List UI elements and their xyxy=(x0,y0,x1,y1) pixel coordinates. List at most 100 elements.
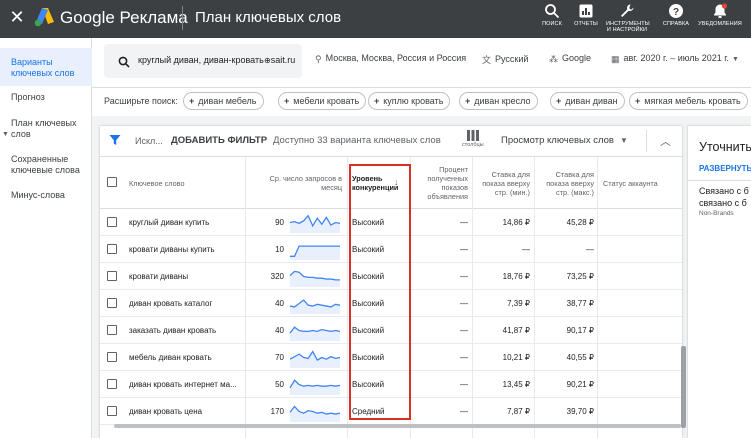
select-all-checkbox[interactable] xyxy=(107,177,117,187)
row-checkbox[interactable] xyxy=(107,244,117,254)
searches-cell: 90 xyxy=(275,218,284,227)
suggestion-chip[interactable]: + диван кресло xyxy=(459,92,538,110)
bid-low-cell: 41,87 ₽ xyxy=(502,326,530,335)
table-row[interactable]: диван кровать интернет ма... 50 Высокий … xyxy=(100,371,682,398)
exclude-filter-chip[interactable]: Искл... xyxy=(135,136,163,146)
suggestion-chip-label: диван диван xyxy=(565,96,618,106)
row-checkbox[interactable] xyxy=(107,406,117,416)
page-title: План ключевых слов xyxy=(195,9,342,26)
column-header-label: Процент полученных показов объявления xyxy=(427,165,468,201)
search-icon xyxy=(545,4,560,19)
column-header-competition[interactable]: Уровень конкуренции ↓ xyxy=(352,157,402,209)
date-range-value: авг. 2020 г. – июль 2021 г. xyxy=(623,53,729,63)
close-icon[interactable]: ✕ xyxy=(6,7,28,29)
competition-cell: Высокий xyxy=(352,380,385,389)
location-value: Москва, Москва, Россия и Россия xyxy=(325,53,467,63)
nav-item-label: Сохраненные ключевые слова xyxy=(11,154,80,175)
plus-icon: + xyxy=(374,96,380,106)
bid-high-cell: 39,70 ₽ xyxy=(566,407,594,416)
expand-all-link[interactable]: РАЗВЕРНУТЬ xyxy=(699,164,751,173)
chevron-up-icon[interactable]: ︿ xyxy=(660,133,671,149)
bid-low-cell: 18,76 ₽ xyxy=(502,272,530,281)
vertical-scrollbar-thumb[interactable] xyxy=(681,346,686,428)
location-filter[interactable]: ⚲ Москва, Москва, Россия и Россия xyxy=(315,53,466,65)
expand-caret-icon[interactable]: ▼ xyxy=(2,129,9,140)
trend-sparkline xyxy=(289,299,341,314)
search-button[interactable]: ПОИСК xyxy=(540,3,564,37)
table-row[interactable]: заказать диван кровать 40 Высокий — 41,8… xyxy=(100,317,682,344)
refine-item-line1[interactable]: Связано с б xyxy=(699,186,749,197)
table-row[interactable]: кровати диваны купить 10 Высокий — — — xyxy=(100,236,682,263)
impression-share-cell: — xyxy=(460,353,468,362)
bid-high-cell: 45,28 ₽ xyxy=(566,218,594,227)
column-header-impression-share[interactable]: Процент полученных показов объявления xyxy=(414,157,468,209)
network-filter[interactable]: ⁂ Google xyxy=(549,53,591,65)
keyword-ideas-table-card: Искл... ДОБАВИТЬ ФИЛЬТР Доступно 33 вари… xyxy=(100,126,682,438)
nav-item-forecast[interactable]: Прогноз xyxy=(0,92,92,108)
searches-cell: 320 xyxy=(270,272,284,281)
refine-item-line2[interactable]: связано с б xyxy=(699,198,747,209)
site-filter-text[interactable]: ⊕sait.ru xyxy=(264,55,295,65)
chevron-down-icon[interactable]: ▼ xyxy=(620,136,628,145)
table-row[interactable]: кровати диваны 320 Высокий — 18,76 ₽ 73,… xyxy=(100,263,682,290)
row-checkbox[interactable] xyxy=(107,325,117,335)
language-filter[interactable]: 文 Русский xyxy=(482,53,528,66)
keyword-search-box[interactable]: круглый диван, диван-кровать ⊕sait.ru xyxy=(104,44,302,78)
keyword-view-dropdown[interactable]: Просмотр ключевых слов xyxy=(501,135,614,146)
reports-button[interactable]: ОТЧЕТЫ xyxy=(572,3,600,37)
scrollbar-thumb[interactable] xyxy=(114,424,681,428)
suggestion-chip[interactable]: + диван диван xyxy=(550,92,625,110)
column-header-keyword[interactable]: Ключевое слово xyxy=(129,157,269,209)
nav-item-keyword-ideas[interactable]: Варианты ключевых слов xyxy=(0,48,92,86)
columns-button-label: столбцы xyxy=(462,142,484,148)
column-header-account-status[interactable]: Статус аккаунта xyxy=(603,157,678,209)
nav-item-keyword-plans[interactable]: ▼ План ключевых слов xyxy=(0,118,92,144)
nav-item-saved-keywords[interactable]: Сохраненные ключевые слова xyxy=(0,154,92,180)
search-query-text[interactable]: круглый диван, диван-кровать xyxy=(138,55,264,65)
row-checkbox[interactable] xyxy=(107,352,117,362)
network-value: Google xyxy=(562,53,592,63)
impression-share-cell: — xyxy=(460,272,468,281)
row-checkbox[interactable] xyxy=(107,379,117,389)
row-checkbox[interactable] xyxy=(107,298,117,308)
notifications-button[interactable]: УВЕДОМЛЕНИЯ xyxy=(698,3,742,37)
keyword-cell: круглый диван купить xyxy=(129,218,210,227)
plus-icon: + xyxy=(635,96,641,106)
horizontal-scrollbar[interactable] xyxy=(100,423,682,429)
add-filter-button[interactable]: ДОБАВИТЬ ФИЛЬТР xyxy=(171,135,267,146)
column-header-bid-high[interactable]: Ставка для показа вверху стр. (макс.) xyxy=(540,157,594,209)
help-button-label: СПРАВКА xyxy=(662,21,690,27)
row-checkbox[interactable] xyxy=(107,217,117,227)
plus-icon: + xyxy=(465,96,471,106)
location-pin-icon: ⚲ xyxy=(315,54,322,64)
trend-sparkline xyxy=(289,270,340,287)
site-value: sait.ru xyxy=(270,55,296,65)
bid-high-cell: 90,17 ₽ xyxy=(566,326,594,335)
filter-icon[interactable] xyxy=(109,134,121,146)
panel-divider xyxy=(688,180,751,181)
searches-cell: 70 xyxy=(275,353,284,362)
suggestion-chip[interactable]: + мебели кровать xyxy=(278,92,367,110)
date-range-filter[interactable]: ▦ авг. 2020 г. – июль 2021 г. ▼ xyxy=(611,53,739,65)
suggestion-chip[interactable]: + диван мебель xyxy=(183,92,264,110)
table-row[interactable]: мебель диван кровать 70 Высокий — 10,21 … xyxy=(100,344,682,371)
suggestion-chip[interactable]: + куплю кровать xyxy=(368,92,451,110)
nav-item-negative-keywords[interactable]: Минус-слова xyxy=(0,190,92,206)
language-value: Русский xyxy=(495,54,529,64)
row-checkbox[interactable] xyxy=(107,271,117,281)
column-header-searches[interactable]: Ср. число запросов в месяц xyxy=(250,157,342,209)
table-row[interactable]: диван кровать цена 170 Средний — 7,87 ₽ … xyxy=(100,398,682,425)
impression-share-cell: — xyxy=(460,218,468,227)
table-row[interactable]: диван кровать каталог 40 Высокий — 7,39 … xyxy=(100,290,682,317)
table-row[interactable]: круглый диван купить 90 Высокий — 14,86 … xyxy=(100,209,682,236)
column-header-bid-low[interactable]: Ставка для показа вверху стр. (мин.) xyxy=(476,157,530,209)
refine-item-sub: Non-Brands xyxy=(699,210,734,217)
suggestion-chip[interactable]: + мягкая мебель кровать xyxy=(629,92,748,110)
tools-settings-button[interactable]: ИНСТРУМЕНТЫ И НАСТРОЙКИ xyxy=(606,3,650,37)
side-navigation: Варианты ключевых слов Прогноз ▼ План кл… xyxy=(0,38,92,438)
help-button[interactable]: ? СПРАВКА xyxy=(662,3,690,37)
columns-button[interactable]: столбцы xyxy=(462,130,484,148)
impression-share-cell: — xyxy=(460,245,468,254)
calendar-icon: ▦ xyxy=(611,54,620,64)
help-icon: ? xyxy=(669,4,683,18)
